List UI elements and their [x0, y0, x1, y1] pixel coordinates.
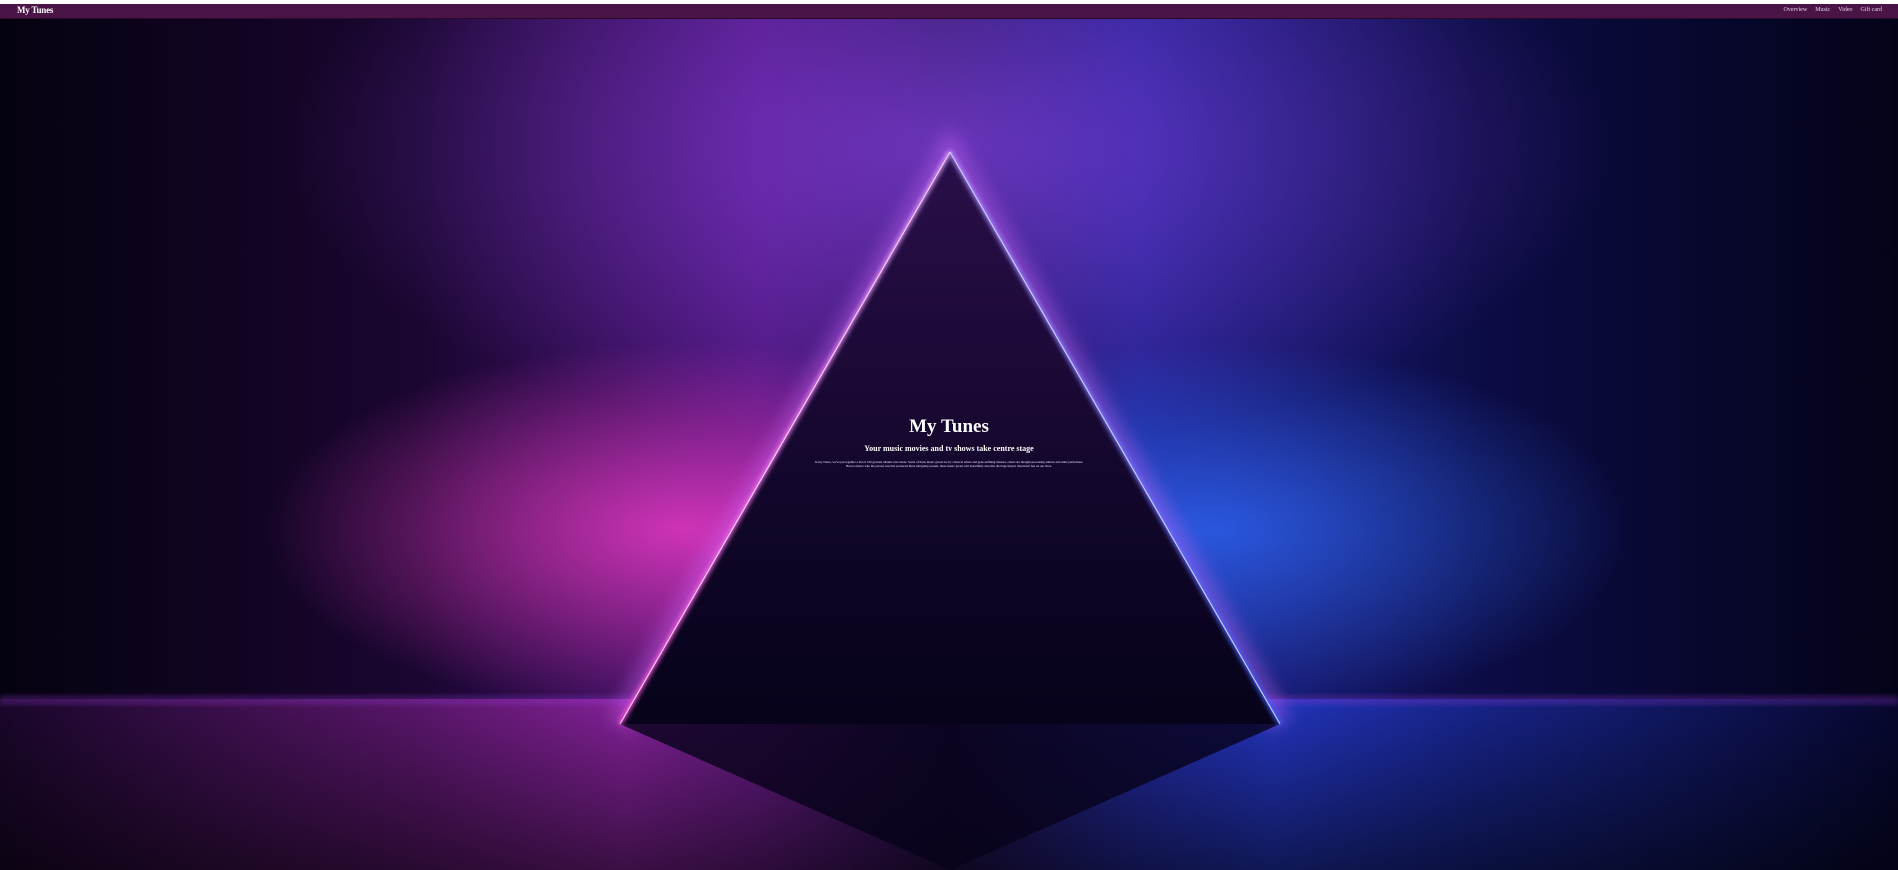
primary-nav: Overview Music Video Gift card	[1784, 7, 1882, 13]
hero-title: My Tunes	[909, 416, 989, 437]
nav-link-gift-card[interactable]: Gift card	[1861, 7, 1883, 13]
hero-description: In my Tunes, we've put together a list o…	[814, 460, 1084, 469]
nav-link-overview[interactable]: Overview	[1784, 7, 1808, 13]
hero-subtitle: Your music movies and tv shows take cent…	[864, 444, 1034, 453]
hero-section: My Tunes Your music movies and tv shows …	[0, 19, 1898, 870]
brand-logo-link[interactable]: My Tunes	[17, 5, 53, 15]
hero-content: My Tunes Your music movies and tv shows …	[0, 416, 1898, 468]
top-nav-bar: My Tunes Overview Music Video Gift card	[0, 4, 1898, 19]
nav-link-video[interactable]: Video	[1838, 7, 1852, 13]
nav-link-music[interactable]: Music	[1815, 7, 1830, 13]
page: My Tunes Overview Music Video Gift card	[0, 0, 1898, 870]
